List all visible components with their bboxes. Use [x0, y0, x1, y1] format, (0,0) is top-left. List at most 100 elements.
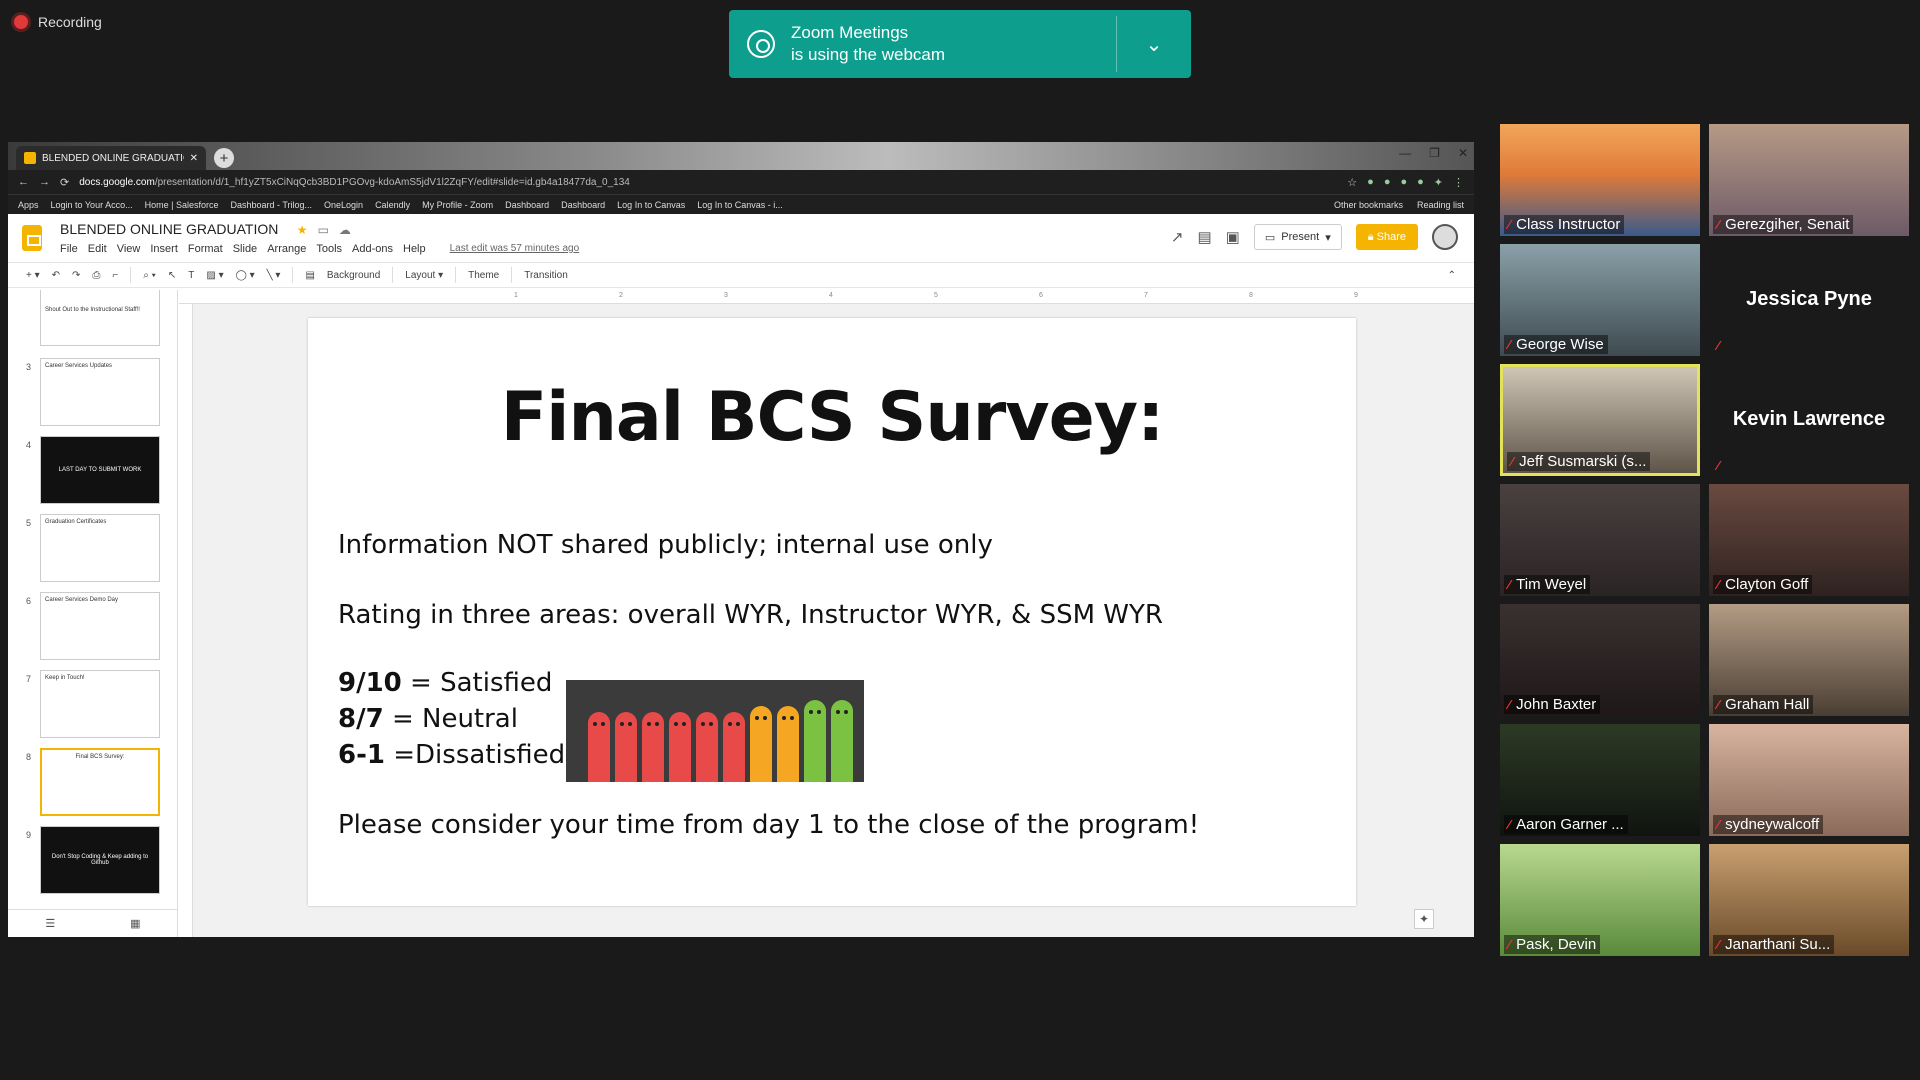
participant-tile[interactable]: ⁄ Clayton Goff	[1709, 484, 1909, 596]
slide-thumbnail[interactable]: 7 Keep in Touch!	[8, 670, 168, 742]
recording-label: Recording	[38, 14, 102, 30]
star-icon[interactable]: ★	[297, 223, 308, 237]
menu-slide[interactable]: Slide	[233, 243, 257, 255]
chevron-down-icon[interactable]: ⌄	[1117, 10, 1191, 78]
menu-tools[interactable]: Tools	[316, 243, 342, 255]
grid-view-icon[interactable]: ▦	[130, 917, 140, 930]
participant-tile[interactable]: ⁄ Jeff Susmarski (s...	[1500, 364, 1700, 476]
undo-icon[interactable]: ↶	[52, 270, 60, 281]
menu-addons[interactable]: Add-ons	[352, 243, 393, 255]
slide-thumbnail[interactable]: Shout Out to the Instructional Staff!!	[8, 290, 168, 350]
transition-button[interactable]: Transition	[524, 270, 568, 281]
bookmark-item[interactable]: Login to Your Acco...	[51, 200, 133, 210]
participant-tile[interactable]: ⁄ sydneywalcoff	[1709, 724, 1909, 836]
participant-tile[interactable]: ⁄ John Baxter	[1500, 604, 1700, 716]
folder-icon[interactable]: ▭	[318, 223, 329, 237]
participant-tile[interactable]: ⁄ Tim Weyel	[1500, 484, 1700, 596]
bookmark-item[interactable]: Dashboard	[561, 200, 605, 210]
new-slide-icon[interactable]: + ▾	[26, 270, 40, 281]
mic-muted-icon: ⁄	[1717, 697, 1720, 712]
comments-icon[interactable]: ▤	[1197, 228, 1211, 246]
bookmark-item[interactable]: Dashboard	[505, 200, 549, 210]
maximize-icon[interactable]: ❐	[1429, 146, 1440, 160]
webcam-notification[interactable]: Zoom Meetings is using the webcam ⌄	[729, 10, 1191, 78]
doc-title[interactable]: BLENDED ONLINE GRADUATION	[60, 221, 278, 237]
slide-thumbnail[interactable]: 4 LAST DAY TO SUBMIT WORK	[8, 436, 168, 508]
menu-edit[interactable]: Edit	[88, 243, 107, 255]
select-icon[interactable]: ↖	[168, 270, 176, 281]
bookmark-item[interactable]: Home | Salesforce	[145, 200, 219, 210]
list-view-icon[interactable]: ☰	[45, 917, 55, 930]
tab-title: BLENDED ONLINE GRADUATION	[42, 152, 184, 164]
participant-tile[interactable]: Jessica Pyne ⁄	[1709, 244, 1909, 356]
slides-logo-icon[interactable]	[22, 225, 42, 251]
collapse-toolbar-icon[interactable]: ⌃	[1448, 270, 1456, 281]
layout-button[interactable]: Layout ▾	[405, 270, 443, 281]
comment-icon[interactable]: ▤	[305, 270, 314, 281]
bookmark-item[interactable]: My Profile - Zoom	[422, 200, 493, 210]
current-slide[interactable]: Final BCS Survey: Information NOT shared…	[308, 318, 1356, 906]
reload-icon[interactable]: ⟳	[60, 176, 69, 189]
other-bookmarks[interactable]: Other bookmarks	[1334, 200, 1403, 210]
bookmark-item[interactable]: Log In to Canvas	[617, 200, 685, 210]
participant-name-display: Jessica Pyne	[1746, 288, 1872, 310]
redo-icon[interactable]: ↷	[72, 270, 80, 281]
new-tab-button[interactable]: +	[214, 148, 234, 168]
slide-thumbnail[interactable]: 9 Don't Stop Coding & Keep adding to Git…	[8, 826, 168, 898]
menu-insert[interactable]: Insert	[150, 243, 178, 255]
meet-present-icon[interactable]: ▣	[1226, 228, 1240, 246]
shape-icon[interactable]: ◯ ▾	[236, 270, 255, 281]
participant-tile[interactable]: ⁄ Aaron Garner ...	[1500, 724, 1700, 836]
slide-thumbnail-selected[interactable]: 8 Final BCS Survey:	[8, 748, 168, 820]
back-icon[interactable]: ←	[18, 176, 29, 188]
theme-button[interactable]: Theme	[468, 270, 499, 281]
menu-view[interactable]: View	[117, 243, 141, 255]
forward-icon[interactable]: →	[39, 176, 50, 188]
close-window-icon[interactable]: ✕	[1458, 146, 1468, 160]
slide-thumbnail[interactable]: 3 Career Services Updates	[8, 358, 168, 430]
avatar[interactable]	[1432, 224, 1458, 250]
menu-format[interactable]: Format	[188, 243, 223, 255]
reading-list[interactable]: Reading list	[1417, 200, 1464, 210]
address-bar[interactable]: docs.google.com/presentation/d/1_hf1yZT5…	[79, 177, 1337, 188]
share-button[interactable]: 🔒︎ Share	[1355, 224, 1418, 250]
slide-thumbnail[interactable]: 5 Graduation Certificates	[8, 514, 168, 586]
participant-tile[interactable]: ⁄ Class Instructor	[1500, 124, 1700, 236]
extension-icons[interactable]: ● ● ● ● ✦ ⋮	[1367, 176, 1464, 189]
explore-icon[interactable]: ✦	[1414, 909, 1434, 929]
minimize-icon[interactable]: —	[1399, 146, 1411, 160]
mic-muted-icon: ⁄	[1508, 937, 1511, 952]
paint-format-icon[interactable]: ⌐	[112, 270, 118, 281]
textbox-icon[interactable]: T	[188, 270, 194, 281]
menu-help[interactable]: Help	[403, 243, 426, 255]
image-icon[interactable]: ▨ ▾	[206, 270, 223, 281]
menu-file[interactable]: File	[60, 243, 78, 255]
bookmark-item[interactable]: Dashboard - Trilog...	[230, 200, 312, 210]
participant-tile[interactable]: ⁄ Gerezgiher, Senait	[1709, 124, 1909, 236]
bookmark-item[interactable]: Apps	[18, 200, 39, 210]
activity-trend-icon[interactable]: ↗	[1171, 228, 1184, 246]
bookmark-item[interactable]: OneLogin	[324, 200, 363, 210]
participant-tile[interactable]: ⁄ Graham Hall	[1709, 604, 1909, 716]
puzzle-icon: ✦	[1433, 176, 1443, 189]
toast-title: Zoom Meetings	[791, 23, 909, 42]
participant-tile[interactable]: ⁄ Pask, Devin	[1500, 844, 1700, 956]
participant-tile[interactable]: ⁄ George Wise	[1500, 244, 1700, 356]
participant-name: ⁄ Gerezgiher, Senait	[1713, 215, 1854, 234]
background-button[interactable]: Background	[327, 270, 380, 281]
zoom-icon[interactable]: ⌕ ▾	[143, 270, 156, 281]
menu-arrange[interactable]: Arrange	[267, 243, 306, 255]
print-icon[interactable]: ⎙	[92, 270, 100, 281]
close-tab-icon[interactable]: ✕	[190, 153, 198, 164]
last-edit-link[interactable]: Last edit was 57 minutes ago	[450, 243, 580, 255]
bookmark-item[interactable]: Log In to Canvas - i...	[697, 200, 783, 210]
browser-tab[interactable]: BLENDED ONLINE GRADUATION ✕	[16, 146, 206, 170]
line-icon[interactable]: ╲ ▾	[267, 270, 281, 281]
participant-tile[interactable]: Kevin Lawrence ⁄	[1709, 364, 1909, 476]
slide-thumbnail[interactable]: 6 Career Services Demo Day	[8, 592, 168, 664]
bookmark-item[interactable]: Calendly	[375, 200, 410, 210]
rating-face-bar	[750, 706, 772, 782]
participant-tile[interactable]: ⁄ Janarthani Su...	[1709, 844, 1909, 956]
present-button[interactable]: ▭ Present ▾	[1253, 224, 1342, 250]
star-icon[interactable]: ☆	[1347, 176, 1357, 189]
